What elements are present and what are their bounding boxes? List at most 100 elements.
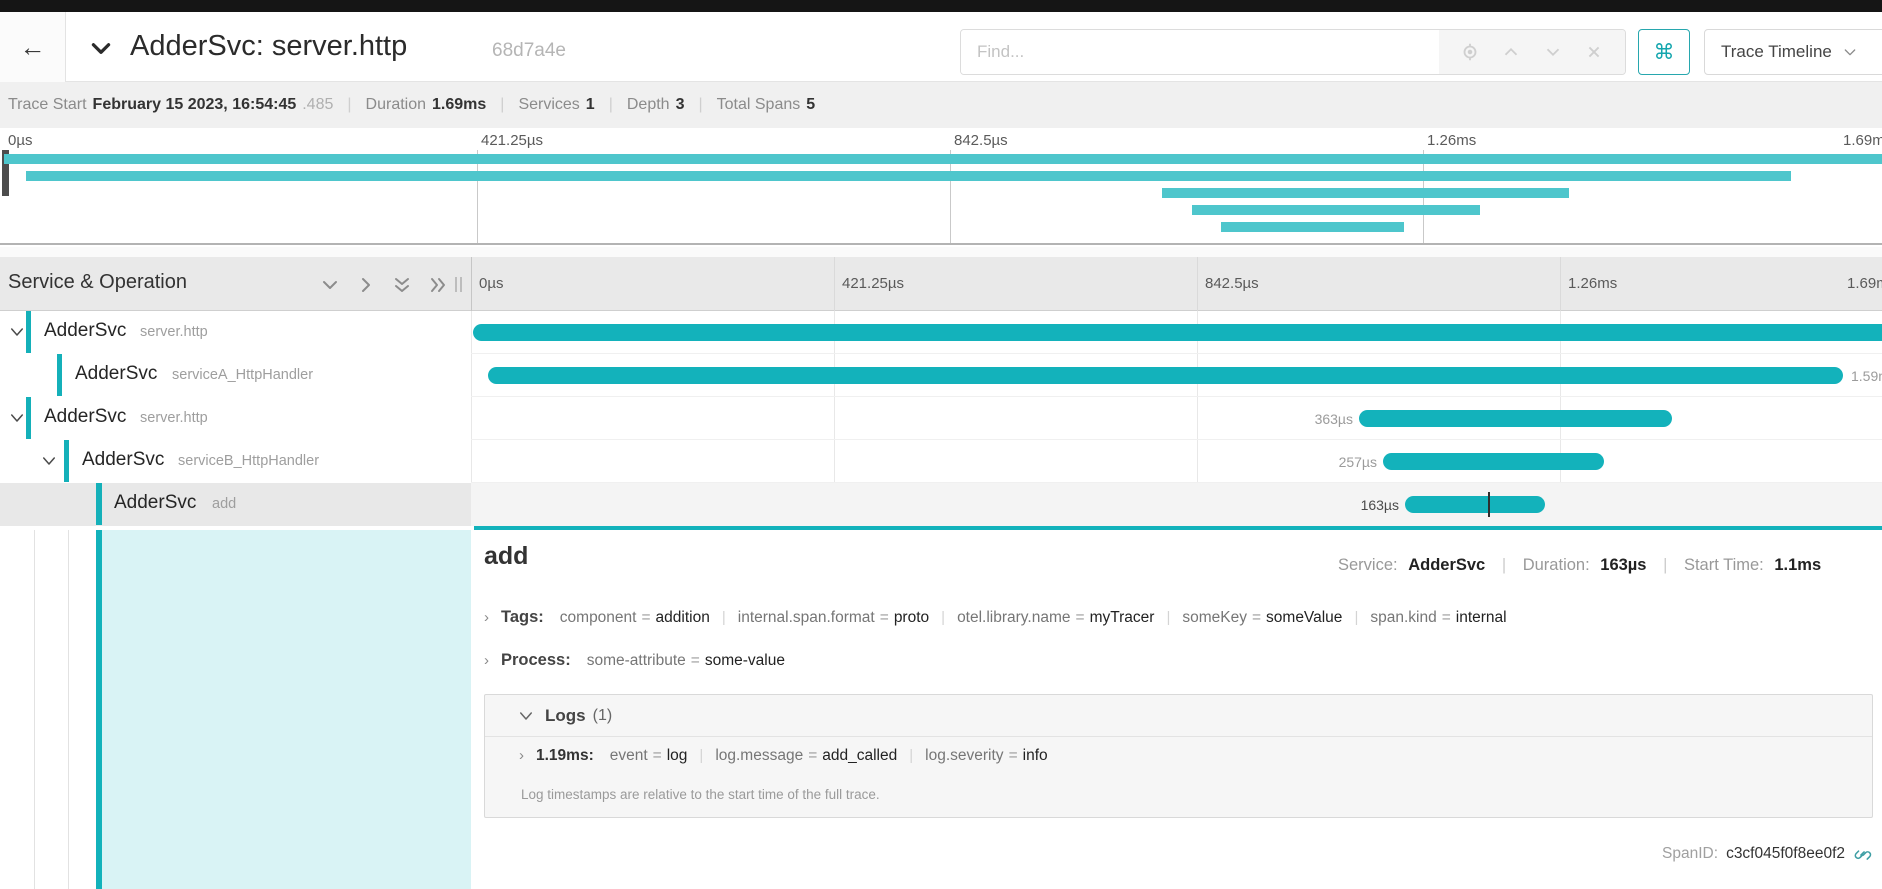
span-bar[interactable] [473, 324, 1882, 341]
keyboard-shortcuts-button[interactable]: ⌘ [1638, 29, 1690, 75]
span-color-accent [26, 397, 31, 439]
collapse-trace-caret[interactable] [88, 34, 118, 62]
span-service: AdderSvc [82, 449, 164, 471]
span-duration-label: 257µs [1297, 454, 1377, 470]
logs-label: Logs [545, 706, 586, 726]
collapse-one-chevron-down-icon[interactable] [318, 273, 342, 297]
span-row-server-http-2[interactable]: AdderSvc server.http 363µs [0, 397, 1882, 440]
view-selector-dropdown[interactable]: Trace Timeline [1704, 29, 1882, 75]
tags-expand-chevron[interactable]: › [484, 609, 489, 626]
span-operation: add [212, 496, 236, 512]
logs-hint: Log timestamps are relative to the start… [521, 787, 880, 802]
span-operation: serviceB_HttpHandler [178, 453, 319, 469]
logs-header[interactable]: Logs (1) [485, 695, 1872, 737]
span-row-serviceB[interactable]: AdderSvc serviceB_HttpHandler 257µs [0, 440, 1882, 483]
expand-all-double-chevron-right-icon[interactable] [426, 273, 450, 297]
chevron-down-icon[interactable] [8, 409, 26, 427]
span-operation: server.http [140, 324, 208, 340]
trace-minimap[interactable]: 0µs 421.25µs 842.5µs 1.26ms 1.69ms [0, 128, 1882, 245]
span-color-accent [96, 483, 102, 525]
logs-accordion: Logs (1) ›1.19ms:event=log|log.message=a… [484, 694, 1873, 818]
trace-id-short: 68d7a4e [492, 40, 566, 62]
ruler-tick-25: 421.25µs [842, 275, 904, 292]
focus-target-icon[interactable] [1459, 41, 1481, 63]
service-operation-header: Service & Operation [8, 271, 187, 294]
find-input[interactable] [961, 30, 1439, 74]
duration-label: Duration: [1523, 556, 1590, 574]
prev-match-chevron-up-icon[interactable] [1500, 41, 1522, 63]
span-rows: AdderSvc server.http AdderSvc serviceA_H… [0, 311, 1882, 526]
jaeger-trace-page: ← AdderSvc: server.http 68d7a4e [0, 0, 1882, 889]
minimap-tick-100: 1.69ms [1843, 132, 1882, 149]
span-service: AdderSvc [75, 363, 157, 385]
span-log-marker[interactable] [1488, 492, 1490, 517]
span-name-cell[interactable]: AdderSvc server.http [0, 311, 471, 354]
clear-search-x-icon[interactable] [1583, 41, 1605, 63]
span-name-cell[interactable]: AdderSvc serviceA_HttpHandler [0, 354, 471, 397]
total-spans-label: Total Spans [717, 96, 801, 114]
minimap-span-bar [1162, 188, 1569, 198]
span-duration-label: 1.59ms [1851, 368, 1882, 384]
ruler-tick-50: 842.5µs [1205, 275, 1259, 292]
back-arrow-icon: ← [20, 32, 46, 63]
span-name-cell[interactable]: AdderSvc server.http [0, 397, 471, 440]
span-row-serviceA[interactable]: AdderSvc serviceA_HttpHandler 1.59ms [0, 354, 1882, 397]
span-bar[interactable] [488, 367, 1843, 384]
find-controls [1439, 30, 1625, 74]
span-id-label: SpanID: [1662, 845, 1718, 863]
span-service: AdderSvc [44, 320, 126, 342]
detail-span-title: add [484, 542, 528, 571]
log-timestamp: 1.19ms: [536, 747, 594, 764]
find-bar [960, 29, 1626, 75]
detail-meta: Service: AdderSvc | Duration: 163µs | St… [1338, 556, 1821, 575]
minimap-span-bar [1192, 205, 1480, 215]
tags-row: ›Tags:component=addition|internal.span.f… [484, 608, 1507, 627]
duration-value: 163µs [1600, 556, 1646, 574]
span-name-cell[interactable]: AdderSvc add [0, 483, 471, 526]
page-title: AdderSvc: server.http [130, 30, 407, 63]
span-name-cell[interactable]: AdderSvc serviceB_HttpHandler [0, 440, 471, 483]
minimap-tick-0: 0µs [8, 132, 33, 149]
span-id-value: c3cf045f0f8ee0f2 [1726, 845, 1845, 863]
link-icon[interactable] [1853, 844, 1872, 863]
minimap-span-bar [4, 154, 1882, 164]
back-button[interactable]: ← [0, 12, 66, 82]
process-label: Process: [501, 651, 571, 669]
span-bar[interactable] [1383, 453, 1604, 470]
trace-summary-bar: Trace Start February 15 2023, 16:54:45.4… [0, 82, 1882, 128]
duration-label: Duration [366, 96, 426, 114]
timeline-grid-header: Service & Operation 0µs 421.25µs 842.5µs… [0, 257, 1882, 311]
duration-value: 1.69ms [432, 96, 486, 114]
log-entry[interactable]: ›1.19ms:event=log|log.message=add_called… [519, 747, 1048, 765]
span-service: AdderSvc [114, 492, 196, 514]
chevron-down-icon[interactable] [40, 452, 58, 470]
span-color-accent [26, 311, 31, 353]
process-expand-chevron[interactable]: › [484, 652, 489, 669]
expand-one-chevron-right-icon[interactable] [354, 273, 378, 297]
minimap-span-bar [1221, 222, 1404, 232]
chevron-down-icon[interactable] [8, 323, 26, 341]
span-row-add-selected[interactable]: AdderSvc add 163µs [0, 483, 1882, 526]
span-row-server-http-1[interactable]: AdderSvc server.http [0, 311, 1882, 354]
chevron-down-icon [88, 35, 114, 61]
chevron-down-icon [1842, 44, 1858, 60]
span-color-accent [64, 440, 69, 482]
collapse-all-double-chevron-down-icon[interactable] [390, 273, 414, 297]
next-match-chevron-down-icon[interactable] [1542, 41, 1564, 63]
process-row: ›Process:some-attribute=some-value [484, 651, 785, 670]
total-spans-value: 5 [806, 96, 815, 114]
column-resize-handle[interactable] [455, 277, 464, 292]
span-bar[interactable] [1359, 410, 1672, 427]
ruler-tick-75: 1.26ms [1568, 275, 1617, 292]
log-expand-chevron[interactable]: › [519, 747, 524, 764]
span-color-accent [57, 354, 62, 396]
depth-label: Depth [627, 96, 670, 114]
ruler-tick-100: 1.69ms [1847, 275, 1882, 292]
span-bar[interactable] [1405, 496, 1545, 513]
ruler-tick-0: 0µs [479, 275, 504, 292]
span-operation: server.http [140, 410, 208, 426]
minimap-span-bar [26, 171, 1791, 181]
start-time-value: 1.1ms [1774, 556, 1821, 574]
service-label: Service: [1338, 556, 1398, 574]
trace-start-label: Trace Start [8, 96, 87, 114]
